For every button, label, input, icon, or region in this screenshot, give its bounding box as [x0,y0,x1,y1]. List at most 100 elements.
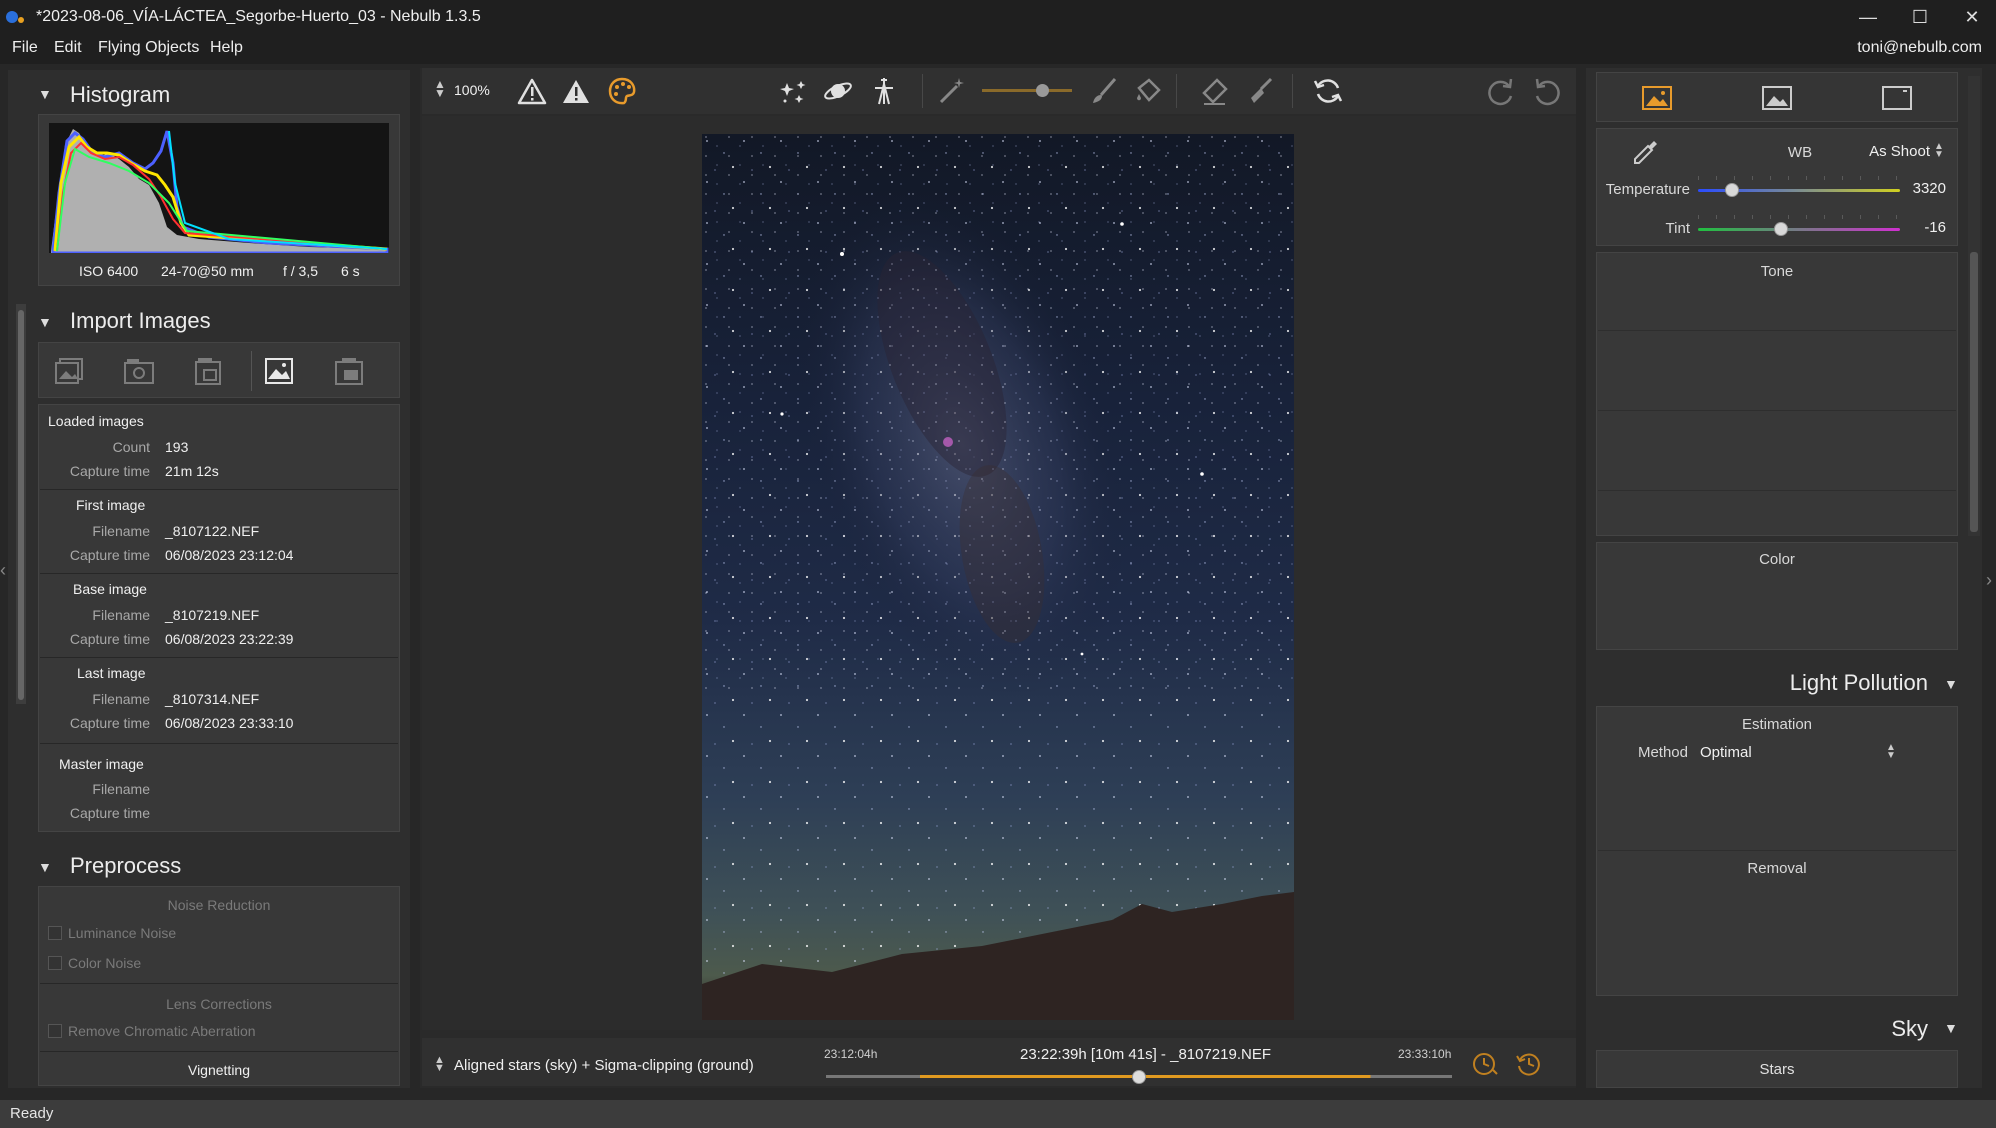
eyedropper-icon[interactable] [1628,136,1662,170]
first-capture-label: Capture time [69,547,150,563]
warning-outline-icon[interactable] [514,74,550,108]
menu-help[interactable]: Help [210,39,243,57]
tab-develop-icon[interactable] [1637,81,1677,115]
last-capture-label: Capture time [69,715,150,731]
timeline-knob[interactable] [1132,1070,1146,1084]
ground-mask-icon[interactable] [866,74,902,108]
count-value: 193 [165,439,189,455]
import-folder-icon[interactable] [119,353,159,389]
stars-tool-icon[interactable] [776,74,812,108]
base-filename-label: Filename [92,607,150,623]
timeline-start-time: 23:12:04h [824,1047,878,1061]
undo-icon[interactable] [1530,74,1566,108]
color-heading: Color [1759,551,1795,568]
temperature-value[interactable]: 3320 [1900,180,1946,197]
clock-forward-icon[interactable] [1468,1048,1502,1080]
method-spinner-icon[interactable]: ▲ ▼ [1886,743,1896,761]
maximize-button[interactable]: ☐ [1894,0,1946,34]
warning-filled-icon[interactable] [558,74,594,108]
menu-bar: File Edit Flying Objects Help toni@nebul… [0,34,1996,64]
magic-wand-icon[interactable] [934,74,970,108]
tab-export-icon[interactable] [1877,81,1917,115]
refresh-icon[interactable] [1308,74,1348,108]
app-logo-icon [6,9,28,25]
base-image-heading: Base image [73,581,147,597]
left-scrollbar[interactable] [16,304,26,704]
light-pollution-title: Light Pollution [1789,670,1928,695]
histogram-collapse-icon[interactable]: ▼ [38,86,52,102]
image-viewport[interactable] [422,116,1576,1030]
luminance-noise-checkbox[interactable] [48,926,62,940]
menu-edit[interactable]: Edit [54,39,82,57]
import-series-icon[interactable] [189,353,229,389]
zoom-value[interactable]: 100% [454,82,490,98]
color-noise-checkbox[interactable] [48,956,62,970]
broom-icon[interactable] [1242,74,1278,108]
master-image-heading: Master image [59,756,144,772]
base-filename-value: _8107219.NEF [165,607,260,623]
collapse-left-icon[interactable]: ‹ [0,560,8,600]
clock-reset-icon[interactable] [1512,1048,1546,1080]
first-filename-value: _8107122.NEF [165,523,260,539]
capture-time-label: Capture time [69,463,150,479]
temperature-knob[interactable] [1725,183,1740,197]
color-noise-label: Color Noise [68,955,142,971]
method-label: Method [1637,744,1688,761]
preprocess-collapse-icon[interactable]: ▼ [38,859,52,875]
menu-file[interactable]: File [12,39,38,57]
tint-slider[interactable] [1698,215,1900,239]
histogram-iso: ISO 6400 [79,263,139,279]
redo-icon[interactable] [1482,74,1518,108]
import-images-icon[interactable] [49,353,89,389]
milky-way-photo[interactable] [702,134,1294,1020]
eraser-icon[interactable] [1196,74,1232,108]
stack-mode-value[interactable]: Aligned stars (sky) + Sigma-clipping (gr… [454,1057,754,1074]
tab-image-icon[interactable] [1757,81,1797,115]
base-capture-label: Capture time [69,631,150,647]
wb-value[interactable]: As Shoot [1850,143,1930,160]
brush-size-slider[interactable] [982,84,1072,97]
status-text: Ready [10,1105,54,1122]
chromatic-aberration-label: Remove Chromatic Aberration [68,1023,256,1039]
wb-label: WB [1787,144,1813,161]
histogram-title: Histogram [70,82,171,107]
base-image-icon[interactable] [259,353,299,389]
sky-collapse-icon[interactable]: ▼ [1944,1020,1958,1036]
fill-bucket-icon[interactable] [1130,74,1166,108]
stars-button[interactable]: Stars [1596,1050,1958,1088]
right-scrollbar[interactable] [1968,76,1980,536]
loaded-images-heading: Loaded images [48,413,144,429]
tint-value[interactable]: -16 [1900,219,1946,236]
method-value[interactable]: Optimal [1700,744,1752,761]
timeline-slider[interactable] [826,1070,1452,1084]
count-label: Count [112,439,150,455]
last-capture-value: 06/08/2023 23:33:10 [165,715,294,731]
import-title: Import Images [70,308,211,333]
collapse-right-icon[interactable]: › [1986,570,1992,591]
wb-spinner-icon[interactable]: ▲ ▼ [1934,142,1944,160]
user-account[interactable]: toni@nebulb.com [1857,39,1982,57]
palette-icon[interactable] [604,74,640,108]
light-pollution-collapse-icon[interactable]: ▼ [1944,676,1958,692]
histogram-box: ISO 6400 24-70@50 mm f / 3,5 6 s [38,114,400,286]
menu-flying-objects[interactable]: Flying Objects [98,39,199,57]
last-filename-label: Filename [92,691,150,707]
tone-heading: Tone [1760,263,1794,280]
master-image-icon[interactable] [329,353,369,389]
window-title: *2023-08-06_VÍA-LÁCTEA_Segorbe-Huerto_03… [36,8,481,25]
minimize-button[interactable]: — [1842,0,1894,34]
app-window: *2023-08-06_VÍA-LÁCTEA_Segorbe-Huerto_03… [0,0,1996,1128]
last-filename-value: _8107314.NEF [165,691,260,707]
vignetting-heading[interactable]: Vignetting [38,1062,400,1078]
tint-knob[interactable] [1773,222,1788,236]
chromatic-aberration-checkbox[interactable] [48,1024,62,1038]
close-button[interactable]: ✕ [1946,0,1996,34]
temperature-slider[interactable] [1698,176,1900,200]
noise-reduction-heading: Noise Reduction [167,897,271,913]
import-collapse-icon[interactable]: ▼ [38,314,52,330]
stack-mode-spinner-icon[interactable]: ▲ ▼ [434,1055,445,1074]
sky-title: Sky [1891,1016,1928,1041]
planet-tool-icon[interactable] [820,74,856,108]
brush-icon[interactable] [1086,74,1122,108]
zoom-spinner-icon[interactable]: ▲ ▼ [434,78,446,99]
